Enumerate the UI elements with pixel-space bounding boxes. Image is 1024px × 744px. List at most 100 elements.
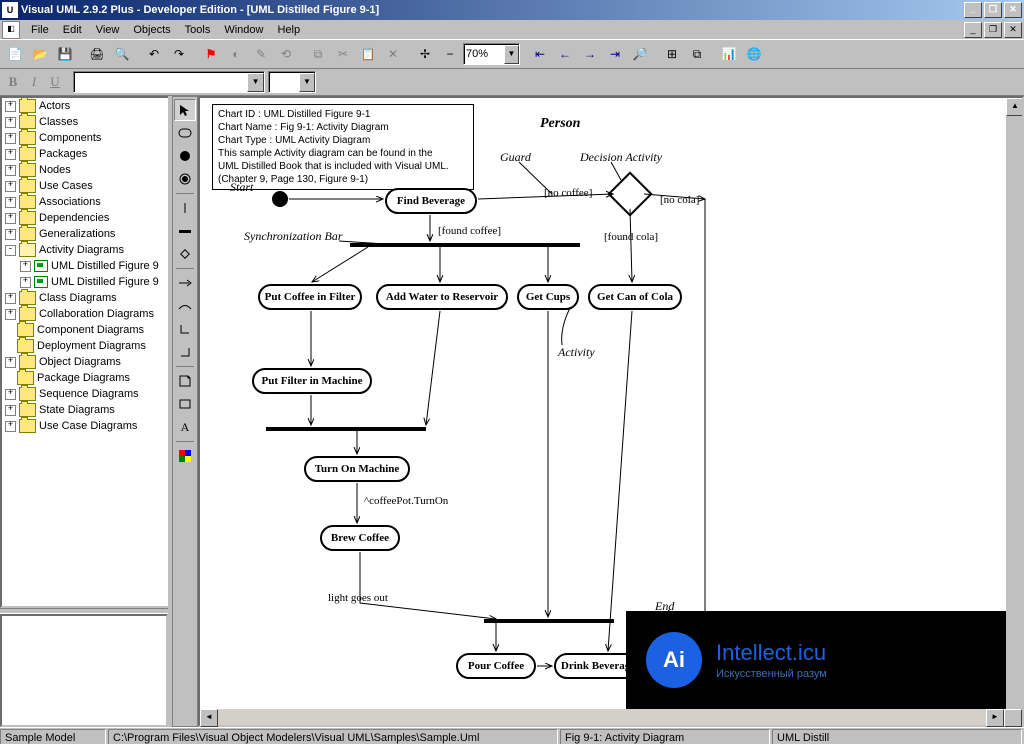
preview-button[interactable]: 🔍: [110, 42, 134, 66]
vline-tool[interactable]: [174, 197, 196, 219]
ortho2-tool[interactable]: [174, 341, 196, 363]
open-button[interactable]: 📂: [28, 42, 52, 66]
activity-pfm[interactable]: Put Filter in Machine: [252, 368, 372, 394]
tool-c[interactable]: ⟲: [274, 42, 298, 66]
nav-first-button[interactable]: ⇤: [528, 42, 552, 66]
start-tool[interactable]: [174, 145, 196, 167]
tree-item[interactable]: +Associations: [2, 194, 170, 210]
activity-pour[interactable]: Pour Coffee: [456, 653, 536, 679]
tree-item[interactable]: +Classes: [2, 114, 170, 130]
find-button[interactable]: 🔎: [628, 42, 652, 66]
bold-button[interactable]: B: [3, 72, 23, 92]
tree-item[interactable]: +Class Diagrams: [2, 290, 170, 306]
horizontal-scrollbar[interactable]: ◄ ►: [200, 709, 1022, 725]
text-tool[interactable]: A: [174, 416, 196, 438]
color-tool[interactable]: [174, 445, 196, 467]
report-button[interactable]: 📊: [717, 42, 741, 66]
decision-node[interactable]: [607, 171, 652, 216]
menu-window[interactable]: Window: [217, 22, 270, 38]
menu-edit[interactable]: Edit: [56, 22, 89, 38]
zoom-input[interactable]: [464, 48, 504, 60]
tree-item[interactable]: +Dependencies: [2, 210, 170, 226]
new-button[interactable]: 📄: [3, 42, 27, 66]
maximize-button[interactable]: ❐: [984, 2, 1002, 18]
size-dropdown-icon[interactable]: ▼: [299, 73, 315, 92]
tool-a[interactable]: ◐: [224, 42, 248, 66]
model-tree[interactable]: +Actors+Classes+Components+Packages+Node…: [0, 96, 172, 608]
activity-brew[interactable]: Brew Coffee: [320, 525, 400, 551]
diagram-canvas[interactable]: Chart ID : UML Distilled Figure 9-1 Char…: [200, 98, 1006, 709]
zoom-dropdown-icon[interactable]: ▼: [504, 45, 519, 64]
nav-prev-button[interactable]: ←: [553, 42, 577, 66]
close-button[interactable]: ✕: [1004, 2, 1022, 18]
zoom-out-button[interactable]: −: [438, 42, 462, 66]
flow-tool[interactable]: [174, 295, 196, 317]
check-button[interactable]: ⚑: [199, 42, 223, 66]
diagram-note[interactable]: Chart ID : UML Distilled Figure 9-1 Char…: [212, 104, 474, 190]
scroll-left-button[interactable]: ◄: [200, 709, 218, 727]
tree-item[interactable]: Deployment Diagrams: [2, 338, 170, 354]
sync-bar-2[interactable]: [266, 427, 426, 431]
minimize-button[interactable]: _: [964, 2, 982, 18]
save-button[interactable]: 💾: [53, 42, 77, 66]
menu-objects[interactable]: Objects: [126, 22, 177, 38]
cut-button[interactable]: ✂: [331, 42, 355, 66]
window-tile-button[interactable]: ⊞: [660, 42, 684, 66]
pointer-tool[interactable]: [174, 99, 196, 121]
tree-item[interactable]: +Object Diagrams: [2, 354, 170, 370]
tree-item[interactable]: Component Diagrams: [2, 322, 170, 338]
font-combo[interactable]: ▼: [73, 71, 265, 93]
tree-item[interactable]: +Collaboration Diagrams: [2, 306, 170, 322]
tool-b[interactable]: ✎: [249, 42, 273, 66]
activity-gcc[interactable]: Get Can of Cola: [588, 284, 682, 310]
activity-tool[interactable]: [174, 122, 196, 144]
decision-tool[interactable]: [174, 243, 196, 265]
mdi-restore-button[interactable]: ❐: [984, 22, 1002, 38]
size-input[interactable]: [269, 76, 299, 88]
print-button[interactable]: 🖨: [85, 42, 109, 66]
tree-item[interactable]: +Use Case Diagrams: [2, 418, 170, 434]
note-tool[interactable]: [174, 370, 196, 392]
tree-item[interactable]: Package Diagrams: [2, 370, 170, 386]
font-dropdown-icon[interactable]: ▼: [247, 73, 264, 92]
tree-item[interactable]: +Packages: [2, 146, 170, 162]
activity-gc[interactable]: Get Cups: [517, 284, 579, 310]
size-combo[interactable]: ▼: [268, 71, 316, 93]
tree-item[interactable]: +UML Distilled Figure 9: [2, 274, 170, 290]
menu-help[interactable]: Help: [270, 22, 307, 38]
italic-button[interactable]: I: [24, 72, 44, 92]
undo-button[interactable]: ↶: [142, 42, 166, 66]
menu-tools[interactable]: Tools: [178, 22, 218, 38]
scroll-up-button[interactable]: ▲: [1006, 98, 1022, 116]
activity-pcf[interactable]: Put Coffee in Filter: [258, 284, 362, 310]
window-cascade-button[interactable]: ⧉: [685, 42, 709, 66]
ortho-tool[interactable]: [174, 318, 196, 340]
zoom-combo[interactable]: ▼: [463, 43, 520, 65]
nav-last-button[interactable]: ⇥: [603, 42, 627, 66]
tree-item[interactable]: +Use Cases: [2, 178, 170, 194]
scroll-right-button[interactable]: ►: [986, 709, 1004, 727]
copy-button[interactable]: ⧉: [306, 42, 330, 66]
web-button[interactable]: 🌐: [742, 42, 766, 66]
paste-button[interactable]: 📋: [356, 42, 380, 66]
transition-tool[interactable]: [174, 272, 196, 294]
tree-item[interactable]: +UML Distilled Figure 9: [2, 258, 170, 274]
zoom-fit-button[interactable]: ✢: [413, 42, 437, 66]
hsync-tool[interactable]: [174, 220, 196, 242]
tree-item[interactable]: +Nodes: [2, 162, 170, 178]
start-node[interactable]: [272, 191, 288, 207]
tree-item[interactable]: -Activity Diagrams: [2, 242, 170, 258]
mdi-close-button[interactable]: ✕: [1004, 22, 1022, 38]
redo-button[interactable]: ↷: [167, 42, 191, 66]
mdi-minimize-button[interactable]: _: [964, 22, 982, 38]
font-input[interactable]: [74, 76, 247, 88]
activity-awr[interactable]: Add Water to Reservoir: [376, 284, 508, 310]
underline-button[interactable]: U: [45, 72, 65, 92]
tree-item[interactable]: +Components: [2, 130, 170, 146]
vertical-scrollbar[interactable]: ▲: [1006, 98, 1022, 709]
menu-view[interactable]: View: [89, 22, 127, 38]
rect-tool[interactable]: [174, 393, 196, 415]
activity-tom[interactable]: Turn On Machine: [304, 456, 410, 482]
delete-button[interactable]: ✕: [381, 42, 405, 66]
sync-bar-3[interactable]: [484, 619, 614, 623]
